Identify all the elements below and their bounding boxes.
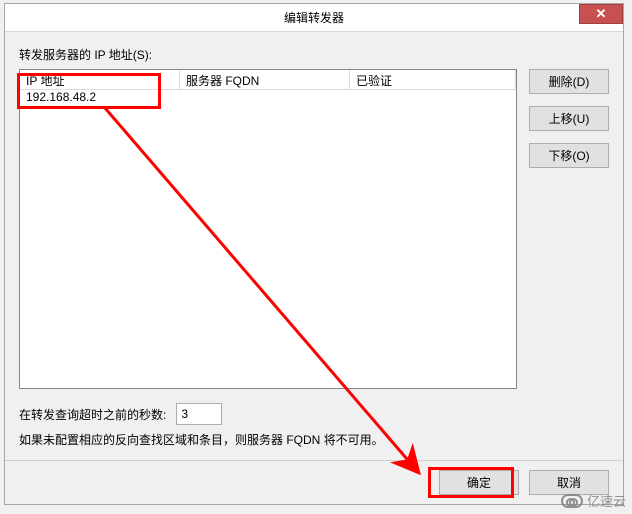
move-down-button[interactable]: 下移(O) [529, 143, 609, 168]
cancel-button[interactable]: 取消 [529, 470, 609, 495]
main-area: IP 地址 服务器 FQDN 已验证 192.168.48.2 删除(D) 上移… [19, 69, 609, 389]
dialog-window: 编辑转发器 ✕ 转发服务器的 IP 地址(S): IP 地址 服务器 FQDN … [4, 3, 624, 505]
table-row[interactable]: 192.168.48.2 [20, 90, 516, 106]
close-icon: ✕ [596, 6, 607, 22]
info-text: 如果未配置相应的反向查找区域和条目，则服务器 FQDN 将不可用。 [19, 431, 609, 448]
column-fqdn[interactable]: 服务器 FQDN [180, 70, 350, 89]
delete-button[interactable]: 删除(D) [529, 69, 609, 94]
move-up-button[interactable]: 上移(U) [529, 106, 609, 131]
titlebar: 编辑转发器 ✕ [5, 4, 623, 32]
timeout-row: 在转发查询超时之前的秒数: [19, 403, 609, 425]
cell-ip: 192.168.48.2 [20, 90, 180, 106]
column-verified[interactable]: 已验证 [350, 70, 516, 89]
side-buttons: 删除(D) 上移(U) 下移(O) [529, 69, 609, 168]
ok-button[interactable]: 确定 [439, 470, 519, 495]
dialog-content: 转发服务器的 IP 地址(S): IP 地址 服务器 FQDN 已验证 192.… [5, 32, 623, 458]
timeout-input[interactable] [176, 403, 222, 425]
timeout-label: 在转发查询超时之前的秒数: [19, 406, 166, 423]
list-header: IP 地址 服务器 FQDN 已验证 [20, 70, 516, 90]
column-ip[interactable]: IP 地址 [20, 70, 180, 89]
forwarder-ip-label: 转发服务器的 IP 地址(S): [19, 46, 609, 63]
close-button[interactable]: ✕ [579, 4, 623, 24]
forwarder-list[interactable]: IP 地址 服务器 FQDN 已验证 192.168.48.2 [19, 69, 517, 389]
bottom-bar: 确定 取消 [5, 460, 623, 504]
window-title: 编辑转发器 [284, 9, 344, 26]
